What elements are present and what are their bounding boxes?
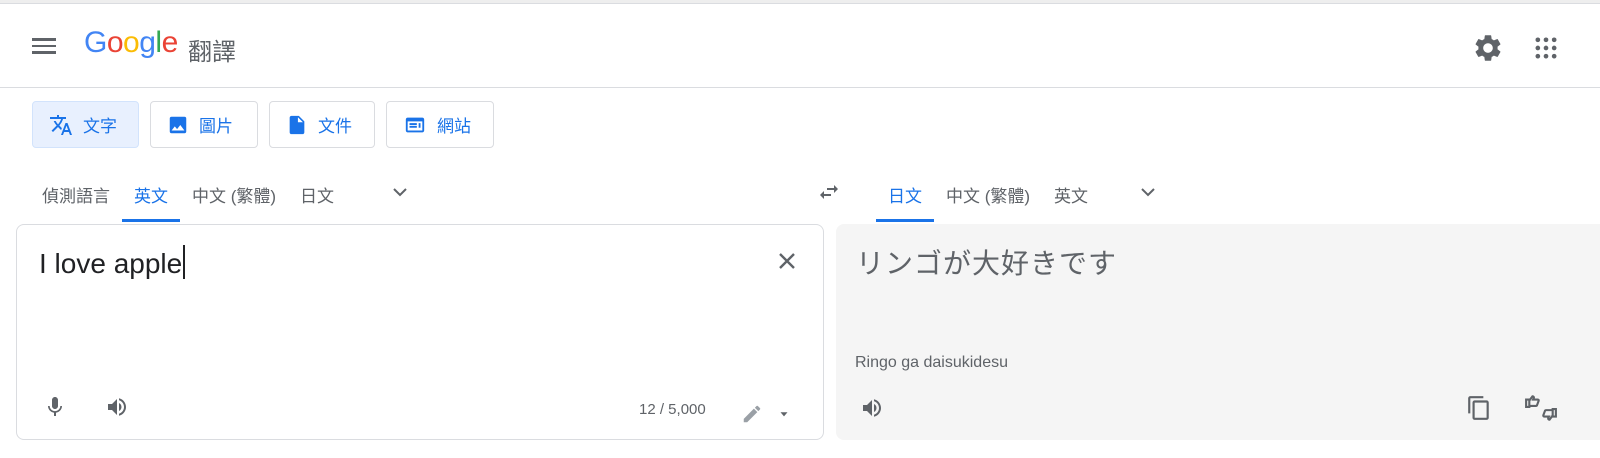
copy-translation-button[interactable] [1466,394,1492,422]
target-language-bar: 日文 中文 (繁體) 英文 [876,162,1100,222]
translate-icon [50,114,72,135]
source-language-bar: 偵測語言 英文 中文 (繁體) 日文 [30,162,346,222]
app-header: Google 翻譯 [0,4,1600,88]
source-text-panel: I love apple 12 / 5,000 [16,224,824,440]
logo-letter: o [123,26,140,59]
source-text-input[interactable]: I love apple [39,245,186,280]
caret-down-icon [780,412,788,417]
handwriting-button[interactable] [741,403,763,425]
translation-output: リンゴが大好きです [856,247,1118,280]
tab-websites[interactable]: 網站 [386,101,494,148]
website-icon [405,117,425,132]
google-logo[interactable]: Google [84,26,178,60]
source-lang-detect[interactable]: 偵測語言 [30,162,122,222]
tab-label: 網站 [437,117,471,136]
apps-grid-icon [1535,37,1557,59]
romanization-text: Ringo ga daisukidesu [855,354,1008,371]
thumbs-up-down-icon [1525,395,1557,421]
pencil-icon [743,405,761,423]
menu-icon-bar [32,44,56,47]
tab-label: 圖片 [199,117,233,136]
copy-icon [1468,396,1489,420]
source-lang-japanese[interactable]: 日文 [288,162,346,222]
chevron-down-icon [1141,188,1155,197]
image-icon [169,116,187,133]
clear-source-button[interactable] [775,249,799,273]
input-tools-dropdown[interactable] [777,407,791,421]
tab-label: 文字 [83,117,117,136]
swap-arrows-icon [820,185,838,199]
menu-icon-bar [32,51,56,54]
target-lang-english[interactable]: 英文 [1042,162,1100,222]
target-lang-chinese-traditional[interactable]: 中文 (繁體) [934,162,1042,222]
microphone-icon [48,397,62,416]
mode-tabs: 文字 圖片 文件 網站 [32,101,494,148]
speaker-icon [863,399,881,417]
product-name: 翻譯 [188,39,236,66]
character-count: 12 / 5,000 [639,401,706,418]
chevron-down-icon [393,188,407,197]
target-language-more-button[interactable] [1136,180,1160,204]
source-lang-chinese-traditional[interactable]: 中文 (繁體) [180,162,288,222]
menu-icon [32,38,56,41]
source-language-more-button[interactable] [388,180,412,204]
tab-documents[interactable]: 文件 [269,101,375,148]
rate-translation-button[interactable] [1524,394,1558,422]
speaker-icon [108,398,126,416]
tab-images[interactable]: 圖片 [150,101,258,148]
tab-text[interactable]: 文字 [32,101,139,148]
translation-panel: リンゴが大好きです Ringo ga daisukidesu [836,224,1600,440]
tab-label: 文件 [318,117,352,136]
close-icon [779,253,795,269]
main-menu-button[interactable] [32,34,60,58]
source-text-value: I love apple [39,248,183,279]
listen-translation-button[interactable] [858,396,886,420]
source-lang-english[interactable]: 英文 [122,162,180,222]
logo-letter: g [139,26,156,59]
document-icon [289,115,305,134]
text-cursor [183,245,186,279]
swap-languages-button[interactable] [816,180,842,204]
voice-input-button[interactable] [43,395,67,419]
listen-source-button[interactable] [103,395,131,419]
logo-letter: e [161,26,179,59]
logo-letter: G [84,26,107,59]
logo-letter: o [106,26,124,59]
gear-icon [1475,35,1501,61]
google-apps-button[interactable] [1532,34,1560,62]
target-lang-japanese[interactable]: 日文 [876,162,934,222]
settings-button[interactable] [1472,32,1504,64]
